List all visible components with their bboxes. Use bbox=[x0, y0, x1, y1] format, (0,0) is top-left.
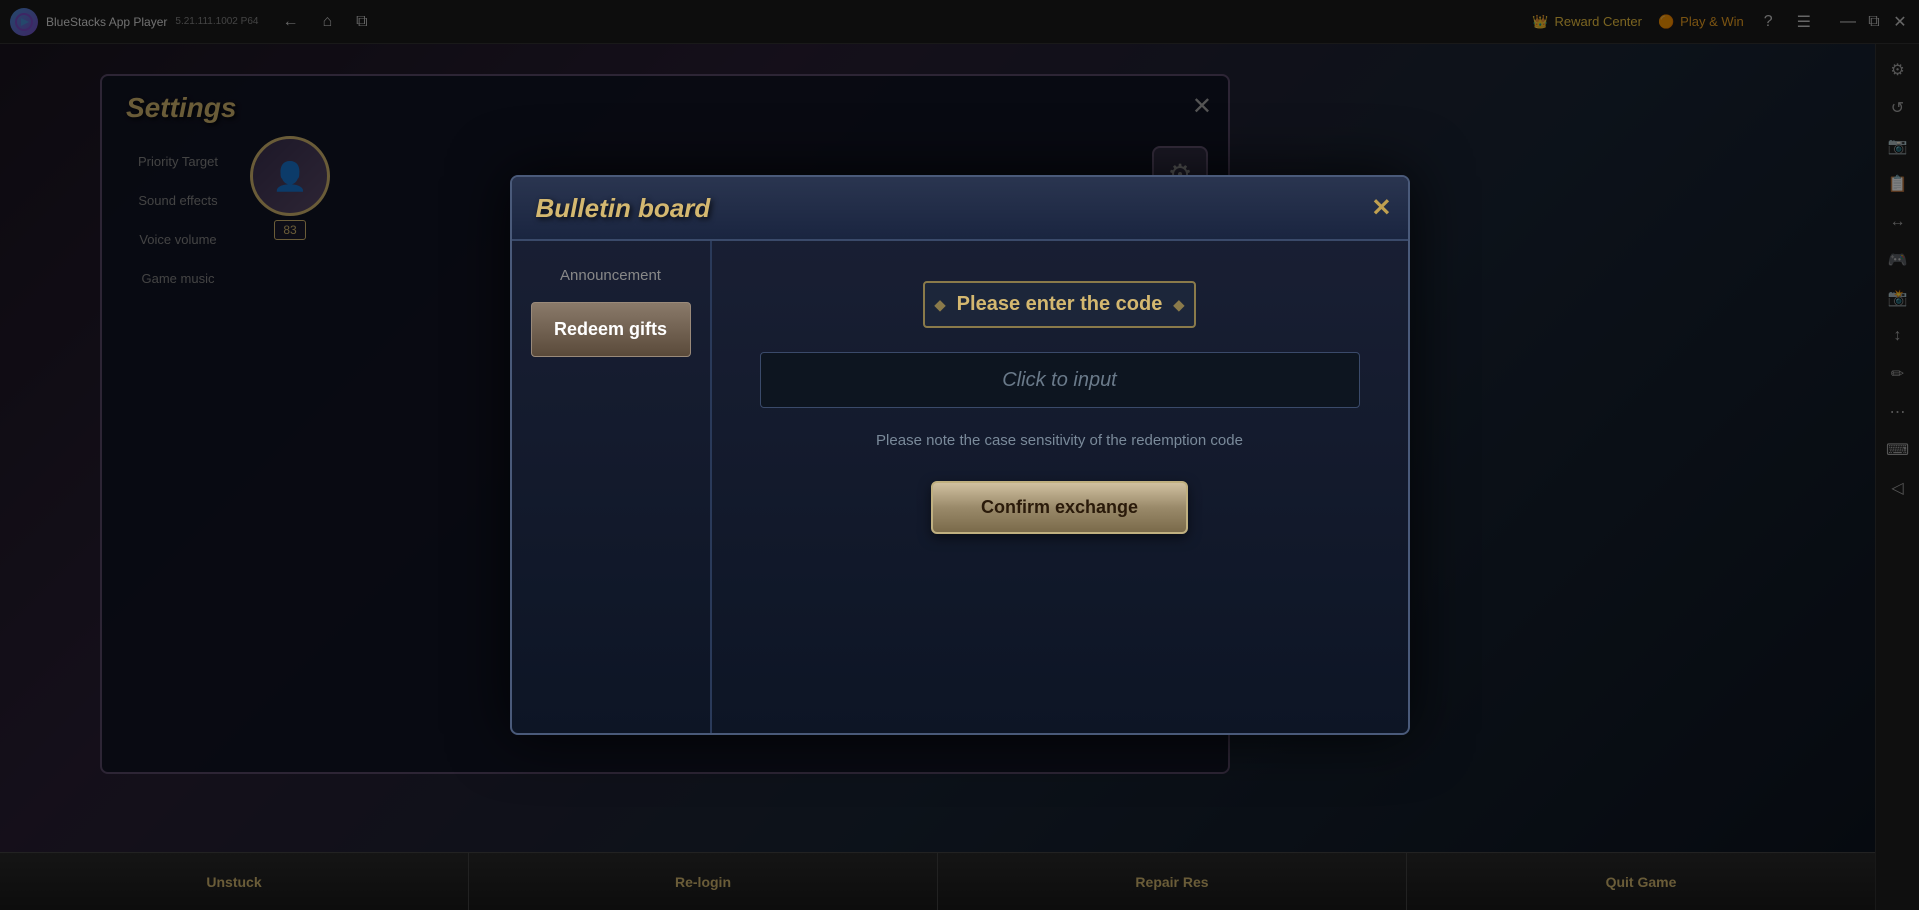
bulletin-title: Bulletin board bbox=[536, 193, 711, 224]
code-title-text: Please enter the code bbox=[957, 293, 1163, 315]
bulletin-modal: Bulletin board ✕ Announcement Redeem gif… bbox=[510, 175, 1410, 735]
bulletin-header: Bulletin board ✕ bbox=[512, 177, 1408, 241]
code-note: Please note the case sensitivity of the … bbox=[876, 432, 1243, 449]
tab-announcement[interactable]: Announcement bbox=[531, 257, 691, 294]
bulletin-body: Announcement Redeem gifts Please enter t… bbox=[512, 241, 1408, 733]
bulletin-right-content: Please enter the code Click to input Ple… bbox=[712, 241, 1408, 733]
bulletin-close-button[interactable]: ✕ bbox=[1371, 194, 1391, 223]
code-input-placeholder: Click to input bbox=[1002, 369, 1117, 392]
bulletin-tabs: Announcement Redeem gifts bbox=[512, 241, 712, 733]
code-title-badge: Please enter the code bbox=[923, 281, 1197, 328]
tab-redeem-gifts[interactable]: Redeem gifts bbox=[531, 302, 691, 357]
code-input-wrapper[interactable]: Click to input bbox=[760, 352, 1360, 408]
confirm-exchange-button[interactable]: Confirm exchange bbox=[931, 481, 1188, 534]
